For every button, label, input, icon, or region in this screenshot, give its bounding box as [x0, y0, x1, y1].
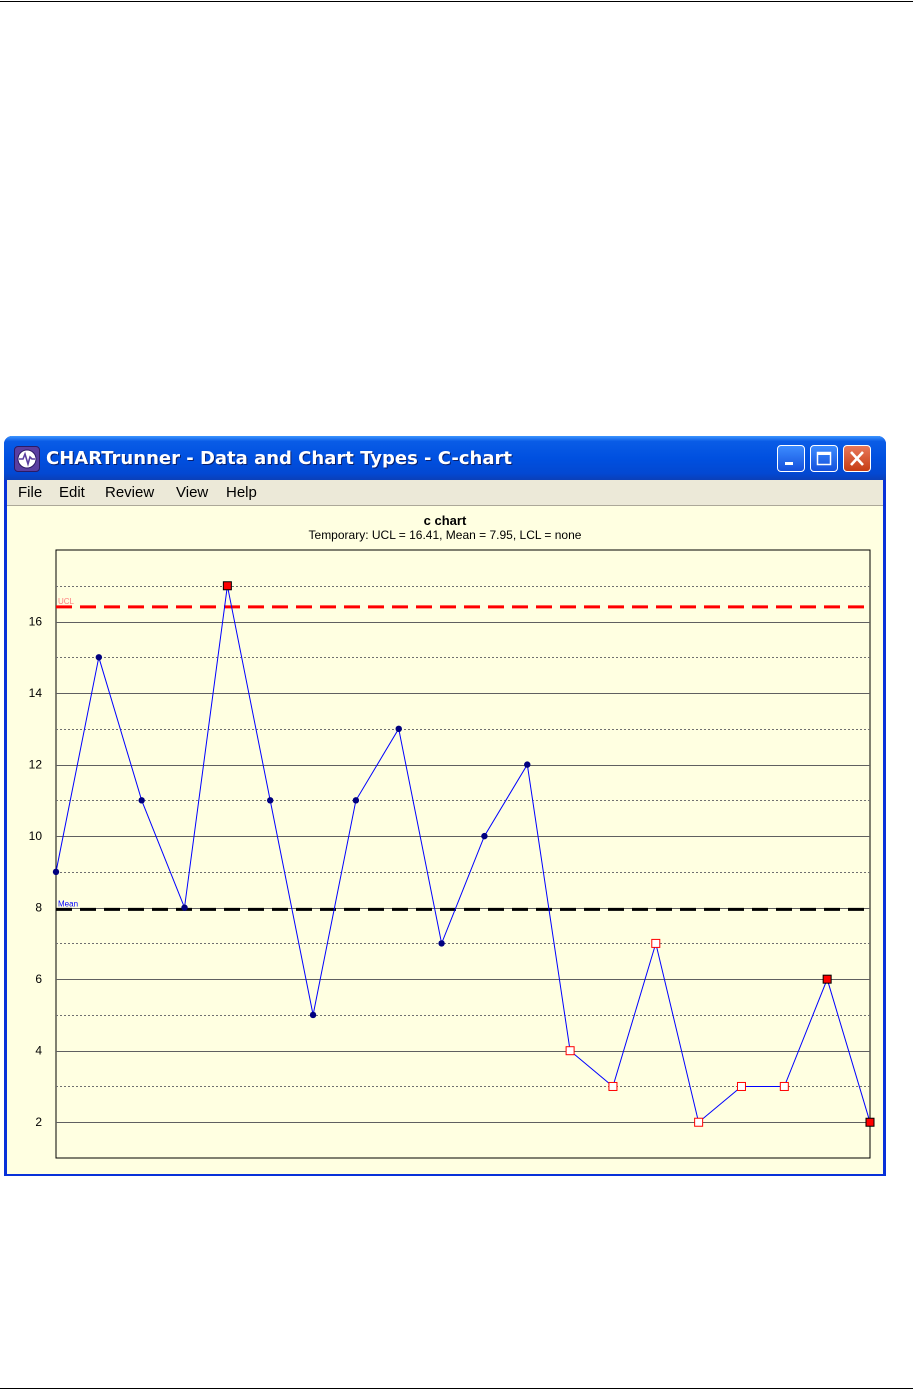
y-tick-label: 14 — [29, 686, 43, 700]
series-line — [55, 585, 871, 1124]
maximize-icon — [816, 451, 832, 466]
data-point — [524, 761, 531, 768]
y-tick-label: 8 — [35, 901, 42, 915]
flagged-point — [651, 938, 661, 948]
flagged-point — [222, 581, 232, 591]
flagged-point — [779, 1081, 789, 1091]
page-top-rule — [0, 1, 913, 2]
flagged-point — [565, 1046, 575, 1056]
menu-file[interactable]: File — [18, 484, 42, 501]
data-point — [481, 832, 488, 840]
flagged-point — [865, 1117, 875, 1127]
title-bar[interactable]: CHARTrunner - Data and Chart Types - C-c… — [4, 436, 886, 480]
close-icon — [850, 451, 864, 466]
menu-help[interactable]: Help — [226, 484, 257, 501]
data-point — [267, 797, 274, 804]
data-point — [95, 654, 103, 661]
data-point — [181, 904, 188, 911]
flagged-point — [608, 1081, 618, 1091]
page-bottom-rule — [0, 1388, 913, 1389]
chartrunner-app-icon[interactable] — [14, 446, 40, 472]
y-tick-label: 4 — [35, 1044, 42, 1058]
plot-frame — [55, 549, 871, 1159]
application-window: CHARTrunner - Data and Chart Types - C-c… — [4, 436, 886, 1176]
flagged-point — [694, 1117, 704, 1127]
data-point — [52, 868, 60, 876]
data-point — [138, 797, 145, 804]
maximize-button[interactable] — [810, 445, 838, 472]
data-point — [395, 725, 402, 733]
close-button[interactable] — [843, 445, 871, 472]
ucl-label: UCL — [58, 597, 75, 606]
data-point — [438, 940, 445, 947]
minimize-icon — [785, 462, 793, 465]
menu-view[interactable]: View — [176, 484, 208, 501]
flagged-point — [822, 974, 832, 984]
y-tick-label: 2 — [35, 1115, 42, 1129]
flagged-point — [736, 1081, 746, 1091]
minimize-button[interactable] — [777, 445, 805, 472]
y-tick-label: 10 — [29, 829, 43, 843]
menu-edit[interactable]: Edit — [59, 484, 85, 501]
menu-bar: File Edit Review View Help — [7, 480, 883, 505]
mean-label: Mean — [58, 899, 78, 908]
y-tick-label: 12 — [29, 758, 43, 772]
c-chart-plot: 2 4 6 8 10 12 14 16 UCL Mean — [29, 549, 875, 1159]
y-tick-label: 6 — [35, 972, 42, 986]
y-tick-label: 16 — [29, 615, 43, 629]
data-point — [309, 1011, 317, 1019]
chart-area: c chart Temporary: UCL = 16.41, Mean = 7… — [7, 505, 883, 1174]
window-title: CHARTrunner - Data and Chart Types - C-c… — [46, 448, 512, 469]
menu-review[interactable]: Review — [105, 484, 154, 501]
data-point — [352, 797, 360, 804]
